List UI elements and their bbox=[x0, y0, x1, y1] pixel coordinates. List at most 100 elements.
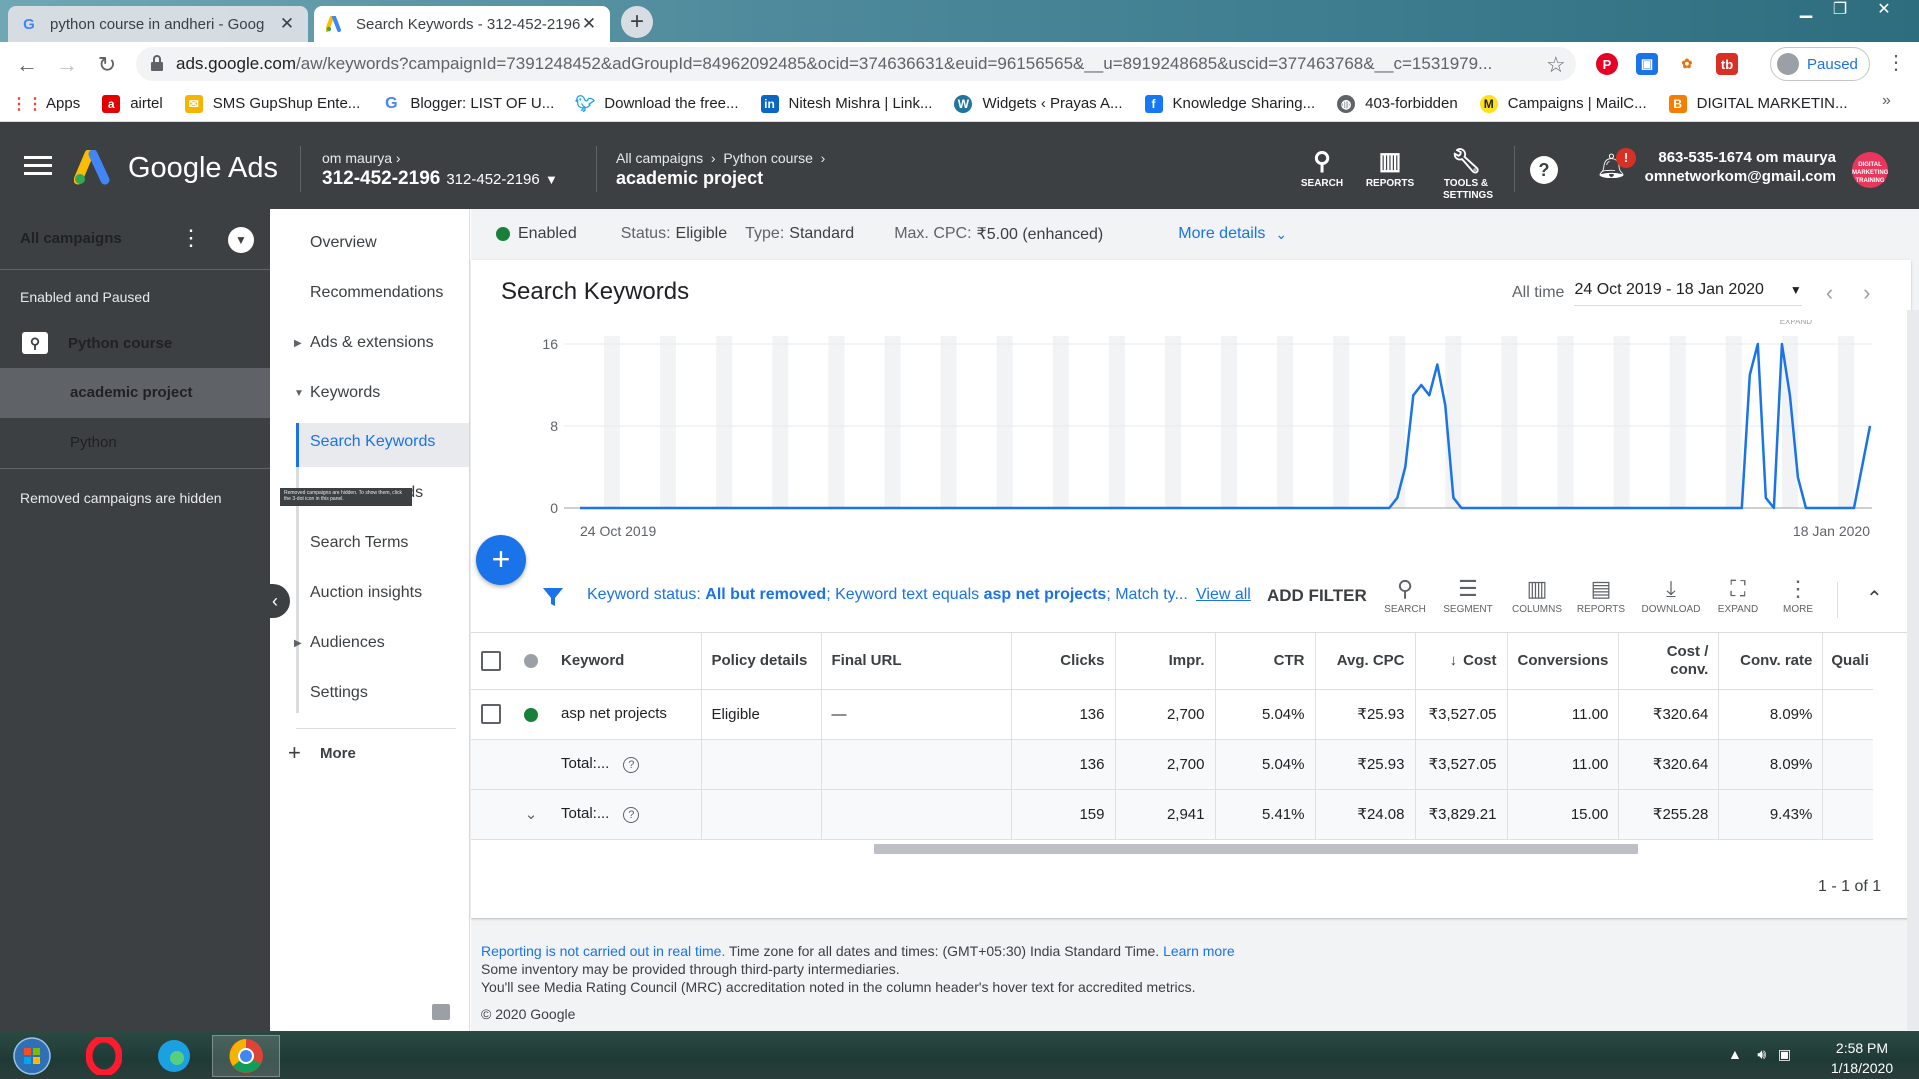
close-tab-icon[interactable]: ✕ bbox=[278, 14, 296, 34]
col-cost-per-conv[interactable]: Cost / conv. bbox=[1618, 633, 1720, 690]
bookmark-gupshup[interactable]: ✉ SMS GupShup Ente... bbox=[184, 94, 360, 113]
cell-keyword[interactable]: asp net projects bbox=[551, 689, 702, 739]
lock-icon[interactable] bbox=[150, 55, 164, 71]
avatar[interactable]: DIGITAL MARKETING TRAINING bbox=[1852, 152, 1888, 188]
chevron-left-icon[interactable]: ‹ bbox=[1826, 280, 1833, 306]
bookmark-403[interactable]: ◍ 403-forbidden bbox=[1337, 94, 1458, 113]
enabled-status-icon[interactable] bbox=[524, 707, 538, 722]
restore-icon[interactable]: ❐ bbox=[1822, 0, 1858, 22]
col-avg-cpc[interactable]: Avg. CPC bbox=[1315, 633, 1416, 690]
col-keyword[interactable]: Keyword bbox=[551, 633, 702, 690]
page-menu-settings[interactable]: Settings bbox=[310, 684, 368, 702]
bookmark-facebook[interactable]: f Knowledge Sharing... bbox=[1144, 94, 1315, 113]
download-button[interactable]: ⤓ DOWNLOAD bbox=[1636, 574, 1706, 615]
chrome-menu-icon[interactable]: ⋮ bbox=[1886, 50, 1906, 75]
bookmark-mailchimp[interactable]: M Campaigns | MailC... bbox=[1479, 94, 1647, 113]
tray-expand-icon[interactable]: ▲ bbox=[1728, 1046, 1742, 1062]
account-switcher[interactable]: 312-452-2196 312-452-2196 ▼ bbox=[322, 168, 558, 190]
table-reports-button[interactable]: ▤ REPORTS bbox=[1566, 574, 1636, 615]
col-final-url[interactable]: Final URL bbox=[821, 633, 1012, 690]
windows-start-icon[interactable] bbox=[2, 1035, 62, 1077]
google-ads-logo-icon[interactable] bbox=[73, 149, 116, 186]
bookmark-airtel[interactable]: a airtel bbox=[102, 94, 163, 113]
volume-icon[interactable]: 🔊︎ bbox=[1757, 1046, 1766, 1062]
help-icon[interactable]: ? bbox=[1530, 156, 1558, 184]
columns-button[interactable]: ▥ COLUMNS bbox=[1502, 574, 1572, 615]
page-menu-keywords[interactable]: Keywords bbox=[310, 384, 380, 402]
page-menu-audiences[interactable]: Audiences bbox=[310, 634, 385, 652]
chevron-down-icon[interactable]: ⌄ bbox=[1275, 226, 1287, 243]
row-checkbox[interactable] bbox=[481, 704, 501, 724]
col-impr[interactable]: Impr. bbox=[1115, 633, 1216, 690]
account-name[interactable]: om maurya › bbox=[322, 150, 401, 166]
date-range-picker[interactable]: All time 24 Oct 2019 - 18 Jan 2020 ▼ ‹ › bbox=[1512, 280, 1870, 306]
col-conversions[interactable]: Conversions bbox=[1507, 633, 1620, 690]
active-filters[interactable]: Keyword status: All but removed; Keyword… bbox=[587, 586, 1188, 604]
bookmark-linkedin[interactable]: in Nitesh Mishra | Link... bbox=[760, 94, 932, 113]
back-icon[interactable]: ← bbox=[14, 52, 40, 78]
network-icon[interactable]: ▣ bbox=[1778, 1046, 1791, 1062]
view-all-filters-link[interactable]: View all bbox=[1196, 586, 1251, 604]
header-reports-button[interactable]: ▥ REPORTS bbox=[1352, 146, 1428, 189]
col-conv-rate[interactable]: Conv. rate bbox=[1718, 633, 1824, 690]
plus-icon[interactable]: + bbox=[288, 740, 301, 766]
vertical-scrollbar[interactable] bbox=[1907, 310, 1919, 1030]
forward-icon[interactable]: → bbox=[54, 52, 80, 78]
col-policy-details[interactable]: Policy details bbox=[701, 633, 822, 690]
page-menu-overview[interactable]: Overview bbox=[310, 234, 377, 252]
more-button[interactable]: ⋮ MORE bbox=[1763, 574, 1833, 615]
col-ctr[interactable]: CTR bbox=[1215, 633, 1316, 690]
page-menu-auction-insights[interactable]: Auction insights bbox=[310, 584, 422, 602]
col-clicks[interactable]: Clicks bbox=[1011, 633, 1116, 690]
bookmark-blogger-dm[interactable]: B DIGITAL MARKETIN... bbox=[1668, 94, 1848, 113]
add-keyword-button[interactable]: + bbox=[476, 535, 526, 585]
chevron-right-icon[interactable]: › bbox=[1863, 280, 1870, 306]
chrome-icon[interactable] bbox=[212, 1035, 280, 1077]
bookmark-wordpress[interactable]: W Widgets ‹ Prayas A... bbox=[954, 94, 1123, 113]
reload-icon[interactable]: ↻ bbox=[94, 52, 120, 78]
bookmark-blogger[interactable]: G Blogger: LIST OF U... bbox=[382, 95, 554, 113]
edge-icon[interactable] bbox=[144, 1035, 204, 1077]
table-search-button[interactable]: ⚲ SEARCH bbox=[1370, 574, 1440, 615]
ad-group-item-academic-project[interactable]: academic project bbox=[0, 368, 270, 418]
profile-paused-button[interactable]: Paused bbox=[1770, 47, 1870, 81]
bookmark-twitter[interactable]: 🐦︎ Download the free... bbox=[575, 95, 738, 113]
seo-extension-icon[interactable]: ✿ bbox=[1676, 53, 1698, 75]
more-options-icon[interactable]: ⋮ bbox=[180, 226, 202, 250]
more-details-link[interactable]: More details bbox=[1178, 225, 1265, 243]
chevron-up-icon[interactable]: ⌃ bbox=[1866, 586, 1883, 611]
tubebuddy-extension-icon[interactable]: tb bbox=[1716, 53, 1738, 75]
new-tab-button[interactable]: + bbox=[621, 6, 653, 38]
help-icon[interactable]: ? bbox=[623, 806, 640, 823]
expand-arrow-icon[interactable]: ▶ bbox=[294, 338, 302, 349]
more-bookmarks-icon[interactable]: » bbox=[1882, 92, 1891, 110]
cell-final-url[interactable]: — bbox=[821, 689, 1012, 739]
browser-tab-python-course[interactable]: G python course in andheri - Goog ✕ bbox=[8, 6, 308, 42]
system-clock[interactable]: 2:58 PM 1/18/2020 bbox=[1822, 1038, 1902, 1078]
opera-icon[interactable] bbox=[74, 1035, 134, 1077]
collapse-arrow-icon[interactable]: ▼ bbox=[294, 388, 304, 399]
breadcrumb-all-campaigns[interactable]: All campaigns bbox=[616, 150, 703, 166]
bookmark-star-icon[interactable]: ☆ bbox=[1546, 52, 1566, 78]
extension-icon[interactable]: ▣ bbox=[1636, 53, 1658, 75]
page-menu-ads-extensions[interactable]: Ads & extensions bbox=[310, 334, 434, 352]
table-row[interactable]: asp net projects Eligible — 136 2,700 5.… bbox=[471, 689, 1873, 739]
browser-tab-search-keywords[interactable]: Search Keywords - 312-452-2196 ✕ bbox=[314, 6, 610, 42]
status-header[interactable] bbox=[511, 633, 551, 690]
col-quality[interactable]: Quali bbox=[1822, 633, 1873, 690]
date-range-value[interactable]: 24 Oct 2019 - 18 Jan 2020 ▼ bbox=[1574, 281, 1802, 306]
account-info[interactable]: 863-535-1674 om maurya omnetworkom@gmail… bbox=[1638, 148, 1836, 186]
close-window-icon[interactable]: ✕ bbox=[1866, 0, 1902, 22]
close-tab-icon[interactable]: ✕ bbox=[580, 14, 598, 34]
learn-more-link[interactable]: Learn more bbox=[1163, 943, 1235, 959]
header-search-button[interactable]: ⚲ SEARCH bbox=[1284, 146, 1360, 189]
bookmark-apps[interactable]: ⋮⋮ Apps bbox=[11, 95, 80, 113]
segment-button[interactable]: ☰ SEGMENT bbox=[1433, 574, 1503, 615]
breadcrumb-campaign[interactable]: Python course bbox=[723, 150, 813, 166]
pinterest-extension-icon[interactable]: P bbox=[1596, 53, 1618, 75]
horizontal-scrollbar[interactable] bbox=[874, 844, 1638, 854]
menu-icon[interactable] bbox=[24, 156, 52, 178]
minimize-icon[interactable]: ▁ bbox=[1788, 0, 1824, 22]
page-menu-recommendations[interactable]: Recommendations bbox=[310, 284, 443, 302]
page-menu-more[interactable]: More bbox=[320, 745, 356, 762]
